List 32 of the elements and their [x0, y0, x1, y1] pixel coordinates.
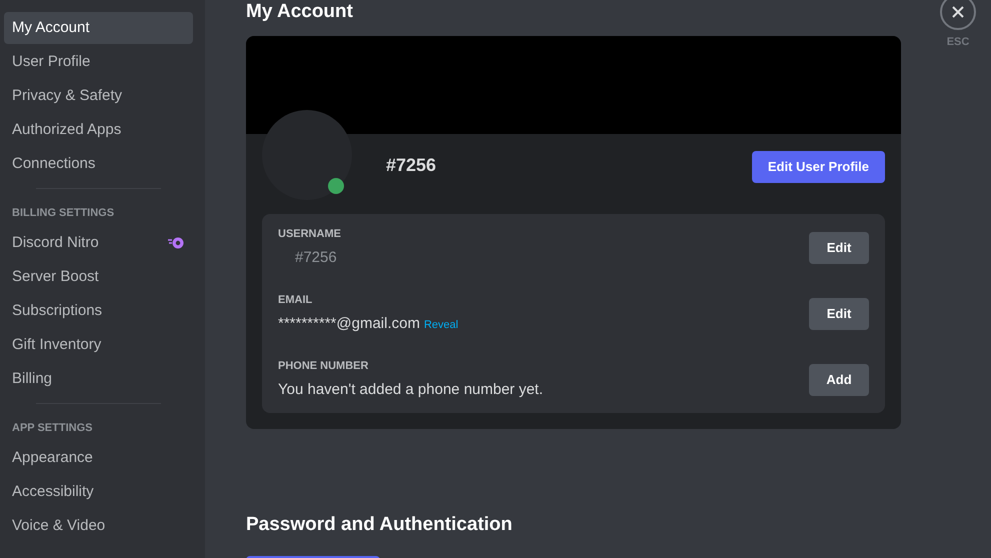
sidebar-item[interactable]: Appearance: [4, 442, 193, 474]
section-title: Password and Authentication: [246, 513, 514, 537]
close-button[interactable]: [940, 0, 976, 30]
sidebar-item[interactable]: Connections: [4, 148, 193, 180]
sidebar-item[interactable]: My Account: [4, 12, 193, 44]
sidebar-item[interactable]: User Profile: [4, 46, 193, 78]
field-value: You haven't added a phone number yet.: [278, 380, 544, 400]
sidebar-item[interactable]: Voice & Video: [4, 510, 193, 542]
esc-label: ESC: [946, 35, 970, 50]
field-label: USERNAME: [278, 227, 341, 242]
field-button[interactable]: Edit: [809, 232, 869, 264]
field-value: #7256: [294, 248, 337, 268]
field-label: PHONE NUMBER: [278, 359, 370, 374]
sidebar-item[interactable]: Privacy & Safety: [4, 80, 193, 112]
field-label: EMAIL: [278, 293, 314, 308]
field-button[interactable]: Edit: [809, 298, 869, 330]
sidebar-item[interactable]: Gift Inventory: [4, 329, 193, 361]
field-value: **********@gmail.com: [278, 314, 420, 334]
section-heading: APP SETTINGS: [11, 421, 94, 436]
sidebar-item[interactable]: Billing: [4, 363, 193, 395]
field-button[interactable]: Add: [809, 364, 869, 396]
sidebar-item[interactable]: Authorized Apps: [4, 114, 193, 146]
sidebar-item[interactable]: Discord Nitro: [4, 227, 193, 259]
user-tag: #7256: [386, 152, 436, 179]
page-title: My Account: [246, 0, 354, 24]
sidebar-item[interactable]: Subscriptions: [4, 295, 193, 327]
sidebar-item[interactable]: Server Boost: [4, 261, 193, 293]
edit-profile-button[interactable]: Edit User Profile: [752, 151, 885, 183]
sidebar-item[interactable]: Accessibility: [4, 476, 193, 508]
section-heading: BILLING SETTINGS: [11, 206, 116, 221]
close-icon: [951, 5, 965, 19]
reveal-link[interactable]: Reveal: [424, 316, 458, 333]
